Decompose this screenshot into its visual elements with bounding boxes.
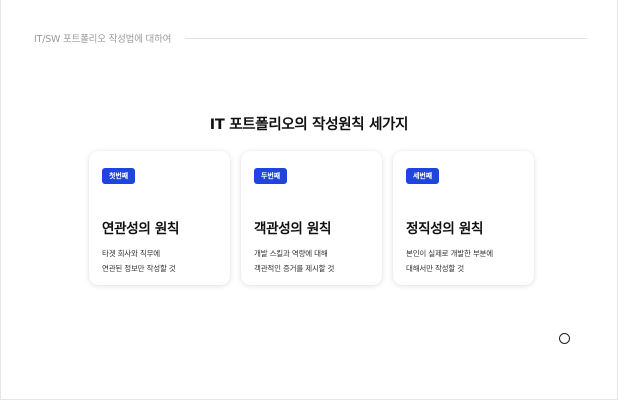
page-title: IT 포트폴리오의 작성원칙 세가지 [209, 117, 409, 133]
circle-button[interactable] [559, 333, 570, 344]
card-title: 객관성의 원칙 [254, 221, 332, 237]
card-description-line: 타겟 회사와 직무에 [102, 249, 160, 258]
card-description: 본인이 실제로 개발한 부분에 대해서만 작성할 것 [406, 246, 526, 276]
card-title: 연관성의 원칙 [102, 221, 180, 237]
card-description: 타겟 회사와 직무에 연관된 정보만 작성할 것 [102, 246, 222, 276]
slide: IT/SW 포트폴리오 작성법에 대하여 IT 포트폴리오의 작성원칙 세가지 … [0, 0, 618, 400]
card-badge: 첫번째 [102, 168, 136, 184]
principle-card-relevance: 첫번째 연관성의 원칙 타겟 회사와 직무에 연관된 정보만 작성할 것 [89, 151, 230, 285]
principle-card-objectivity: 두번째 객관성의 원칙 개발 스킬과 역량에 대해 객관적인 증거를 제시할 것 [241, 151, 382, 285]
card-title: 정직성의 원칙 [406, 221, 484, 237]
header-title: IT/SW 포트폴리오 작성법에 대하여 [34, 34, 172, 45]
slide-header: IT/SW 포트폴리오 작성법에 대하여 [34, 31, 587, 45]
principles-cards: 첫번째 연관성의 원칙 타겟 회사와 직무에 연관된 정보만 작성할 것 두번째… [89, 151, 534, 285]
card-description-line: 개발 스킬과 역량에 대해 [254, 249, 328, 258]
card-description-line: 본인이 실제로 개발한 부분에 [406, 249, 493, 258]
card-description-line: 객관적인 증거를 제시할 것 [254, 264, 335, 273]
card-description: 개발 스킬과 역량에 대해 객관적인 증거를 제시할 것 [254, 246, 374, 276]
principle-card-honesty: 세번째 정직성의 원칙 본인이 실제로 개발한 부분에 대해서만 작성할 것 [393, 151, 534, 285]
card-badge: 두번째 [254, 168, 288, 184]
card-description-line: 대해서만 작성할 것 [406, 264, 464, 273]
card-badge: 세번째 [406, 168, 440, 184]
card-description-line: 연관된 정보만 작성할 것 [102, 264, 176, 273]
header-divider [185, 37, 587, 39]
